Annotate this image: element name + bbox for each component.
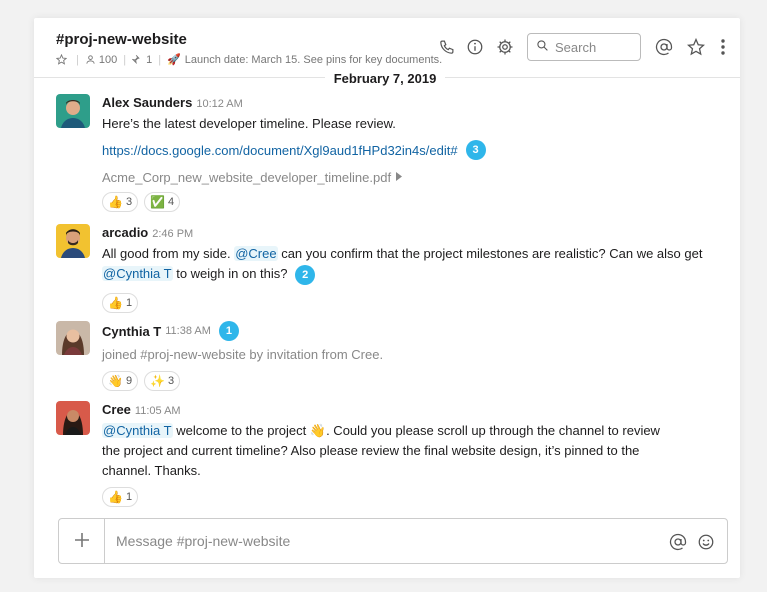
text-segment: can you confirm that the project milesto… bbox=[277, 246, 703, 261]
message-body: Cynthia T 11:38 AM 1 joined #proj-new-webs… bbox=[102, 321, 726, 391]
add-attachment-button[interactable] bbox=[59, 519, 105, 563]
star-icon[interactable] bbox=[56, 54, 67, 65]
mention-cynthia[interactable]: @Cynthia T bbox=[102, 423, 173, 438]
reaction-count: 9 bbox=[125, 375, 133, 387]
at-icon[interactable] bbox=[667, 531, 689, 553]
mention-cynthia[interactable]: @Cynthia T bbox=[102, 266, 173, 281]
message-input[interactable]: Message #proj-new-website bbox=[116, 533, 290, 549]
wave-emoji: 👋 bbox=[309, 423, 327, 438]
gear-icon[interactable] bbox=[494, 36, 516, 58]
pin-count[interactable]: 1 bbox=[146, 54, 152, 66]
timestamp[interactable]: 2:46 PM bbox=[152, 228, 193, 240]
author-name[interactable]: Cynthia T bbox=[102, 324, 161, 339]
avatar[interactable] bbox=[56, 224, 90, 258]
emoji-icon[interactable] bbox=[695, 531, 717, 553]
member-count[interactable]: 100 bbox=[99, 54, 117, 66]
author-name[interactable]: arcadio bbox=[102, 225, 148, 240]
rocket-icon: 🚀 bbox=[167, 54, 181, 66]
reaction-thumbs-up[interactable]: 👍 1 bbox=[102, 487, 139, 507]
starred-items-icon[interactable] bbox=[685, 36, 707, 58]
file-attachment[interactable]: Acme_Corp_new_website_developer_timeline… bbox=[102, 170, 391, 185]
text-segment: welcome to the project bbox=[172, 423, 310, 438]
reaction-emoji: ✨ bbox=[150, 374, 166, 388]
reactions: 👋 9 ✨ 3 bbox=[102, 371, 726, 391]
date-divider: February 7, 2019 bbox=[325, 69, 445, 89]
reaction-count: 1 bbox=[125, 296, 133, 309]
avatar[interactable] bbox=[56, 401, 90, 435]
annotation-badge: 2 bbox=[295, 264, 316, 285]
message-text: All good from my side. @Cree can you con… bbox=[102, 244, 726, 264]
timestamp[interactable]: 11:38 AM bbox=[165, 325, 211, 337]
mention-cree[interactable]: @Cree bbox=[234, 246, 278, 261]
author-name[interactable]: Alex Saunders bbox=[102, 95, 192, 110]
message-text-line2: @Cynthia T to weigh in on this? 2 bbox=[102, 264, 726, 285]
message-text-line3: channel. Thanks. bbox=[102, 463, 201, 478]
message-body: arcadio 2:46 PM All good from my side. @C… bbox=[102, 224, 726, 313]
reaction-count: 3 bbox=[168, 375, 175, 387]
reaction-sparkles[interactable]: ✨ 3 bbox=[144, 371, 181, 391]
reaction-emoji: 👋 bbox=[108, 374, 123, 388]
meta-separator: | bbox=[123, 53, 127, 66]
at-icon[interactable] bbox=[653, 36, 675, 58]
reaction-emoji: 👍 bbox=[108, 195, 123, 209]
info-icon[interactable] bbox=[464, 36, 486, 58]
slack-window: #proj-new-website | 100 | 1 | 🚀 Launch d… bbox=[34, 18, 740, 578]
message-text: @Cynthia T welcome to the project 👋. Cou… bbox=[102, 421, 726, 441]
channel-topic[interactable]: Launch date: March 15. See pins for key … bbox=[185, 54, 442, 66]
message-body: Alex Saunders 10:12 AM Here’s the latest … bbox=[102, 94, 726, 212]
avatar[interactable] bbox=[56, 94, 90, 128]
reaction-emoji: 👍 bbox=[108, 295, 123, 310]
text-segment: . Could you please scroll up through the… bbox=[326, 423, 660, 438]
message-text: Here’s the latest developer timeline. Pl… bbox=[102, 116, 396, 131]
message-text-line2: the project and current timeline? Also p… bbox=[102, 443, 640, 458]
reactions: 👍 1 bbox=[102, 487, 726, 507]
document-link[interactable]: https://docs.google.com/document/Xgl9aud… bbox=[102, 143, 458, 158]
annotation-badge: 3 bbox=[465, 140, 486, 160]
text-segment: All good from my side. bbox=[102, 246, 235, 261]
text-segment: to weigh in on this? bbox=[172, 266, 288, 281]
reactions: 👍 1 bbox=[102, 292, 726, 313]
reaction-thumbs-up[interactable]: 👍 1 bbox=[102, 292, 139, 313]
person-icon bbox=[85, 54, 96, 65]
message-cynthia: Cynthia T 11:38 AM 1 joined #proj-new-webs… bbox=[56, 321, 726, 391]
reaction-count: 1 bbox=[125, 491, 133, 503]
meta-separator: | bbox=[76, 53, 79, 66]
message-alex: Alex Saunders 10:12 AM Here’s the latest … bbox=[56, 94, 726, 214]
author-name[interactable]: Cree bbox=[102, 402, 131, 417]
caret-right-icon[interactable] bbox=[395, 168, 403, 186]
message-cree: Cree 11:05 AM @Cynthia T welcome to the p… bbox=[56, 401, 726, 511]
channel-meta: | 100 | 1 | 🚀 Launch date: March 15. See… bbox=[56, 53, 442, 66]
search-placeholder: Search bbox=[555, 39, 597, 55]
reaction-wave[interactable]: 👋 9 bbox=[102, 371, 139, 391]
search-icon bbox=[536, 39, 555, 55]
timestamp[interactable]: 10:12 AM bbox=[196, 98, 242, 110]
message-arcadio: arcadio 2:46 PM All good from my side. @C… bbox=[56, 224, 726, 314]
reactions: 👍 3 ✅ 4 bbox=[102, 192, 726, 212]
timestamp[interactable]: 11:05 AM bbox=[135, 405, 181, 417]
reaction-emoji: 👍 bbox=[108, 490, 123, 504]
message-composer[interactable]: Message #proj-new-website bbox=[58, 518, 728, 564]
pin-icon bbox=[132, 54, 143, 65]
search-input[interactable]: Search bbox=[527, 33, 641, 61]
meta-separator: | bbox=[158, 53, 162, 66]
message-body: Cree 11:05 AM @Cynthia T welcome to the p… bbox=[102, 401, 726, 507]
reaction-check[interactable]: ✅ 4 bbox=[144, 192, 181, 212]
plus-icon bbox=[74, 528, 90, 554]
channel-title[interactable]: #proj-new-website bbox=[56, 31, 187, 48]
reaction-emoji: ✅ bbox=[150, 195, 166, 209]
join-notice: joined #proj-new-website by invitation f… bbox=[102, 347, 384, 362]
reaction-count: 3 bbox=[125, 196, 133, 208]
phone-icon[interactable] bbox=[435, 36, 457, 58]
avatar[interactable] bbox=[56, 321, 90, 355]
annotation-badge: 1 bbox=[218, 321, 239, 341]
more-icon[interactable] bbox=[712, 36, 734, 58]
reaction-thumbs-up[interactable]: 👍 3 bbox=[102, 192, 139, 212]
reaction-count: 4 bbox=[168, 196, 175, 208]
